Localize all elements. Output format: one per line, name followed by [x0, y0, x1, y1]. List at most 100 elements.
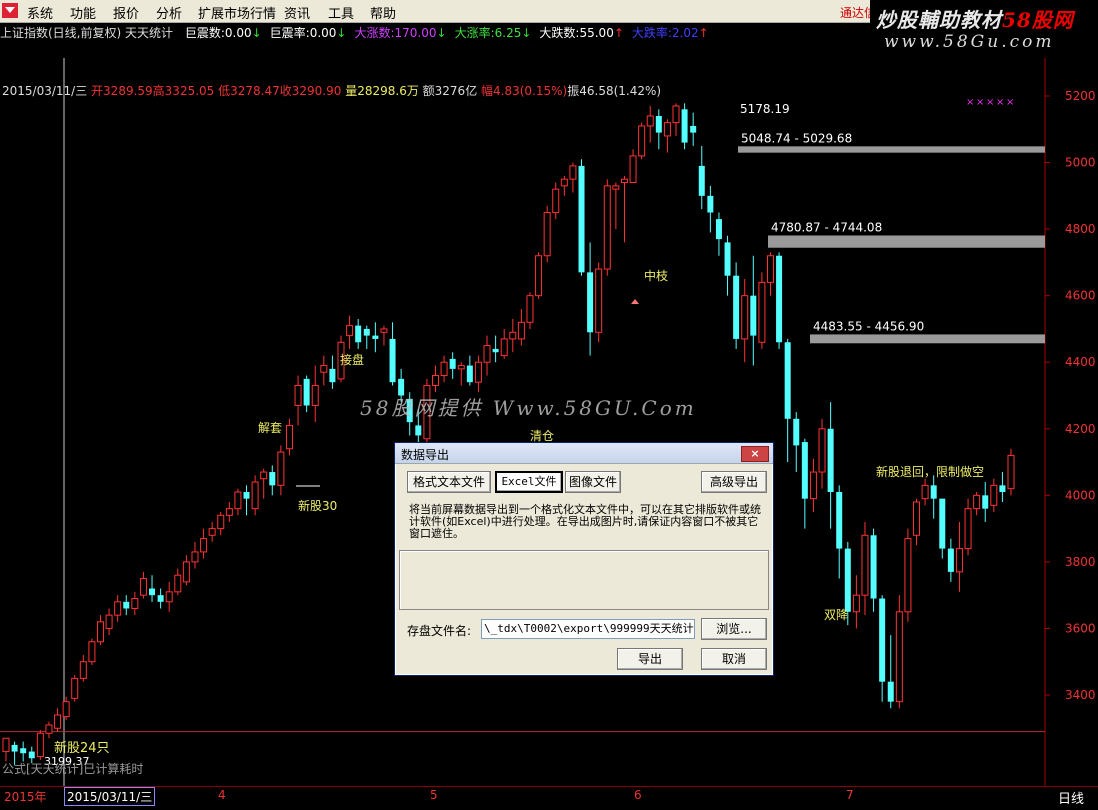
browse-button[interactable]: 浏览...	[701, 618, 767, 640]
menu-system[interactable]: 系统	[27, 3, 53, 22]
x-label-5: 5	[430, 788, 438, 802]
candle	[123, 595, 130, 616]
candle	[990, 478, 998, 512]
x-label-7: 7	[846, 788, 854, 802]
cursor-date-box: 2015/03/11/三	[64, 787, 156, 806]
candle	[79, 655, 87, 682]
candle	[603, 179, 611, 276]
menu-function[interactable]: 功能	[70, 3, 96, 22]
candle	[663, 119, 671, 153]
advanced-export-button[interactable]: 高级导出	[701, 471, 767, 493]
file-name-input[interactable]: \_tdx\T0002\export\999999天天统计.x	[481, 619, 695, 639]
ohlc-amplitude: 振46.58(1.42%)	[567, 84, 662, 98]
candle	[543, 205, 551, 263]
period-daily[interactable]: 日线	[1058, 788, 1084, 807]
annotation-new-stocks: 新股24只	[54, 741, 110, 756]
gap-band	[810, 334, 1045, 344]
candle	[277, 445, 285, 496]
chart-annotation: 双降	[824, 608, 848, 622]
menu-analysis[interactable]: 分析	[156, 3, 182, 22]
tab-excel-file[interactable]: Excel文件	[495, 471, 563, 493]
candle	[629, 149, 637, 184]
y-tick-label: 4200	[1065, 422, 1096, 436]
time-axis	[0, 786, 1098, 810]
export-dialog: 数据导出 × 格式文本文件 Excel文件 图像文件 高级导出 将当前屏幕数据导…	[394, 442, 774, 676]
candle	[440, 355, 448, 383]
arrow-down-icon: ↓	[521, 26, 532, 40]
candlestick-chart[interactable]: 5200 5000 4800 4600 4400 4200 4000 3800 3600 3400…	[0, 58, 1098, 786]
stat-item: 巨震数:0.00↓	[185, 26, 262, 40]
candle	[939, 498, 946, 559]
candle	[217, 511, 225, 536]
candle	[638, 122, 646, 160]
stat-value: 55.00	[579, 26, 614, 40]
candle	[887, 635, 894, 709]
candle	[852, 575, 860, 629]
candle	[827, 402, 834, 529]
stat-value: 170.00	[394, 26, 437, 40]
candle	[655, 109, 662, 150]
close-icon[interactable]: ×	[741, 446, 769, 462]
candle	[509, 318, 517, 353]
candle	[449, 352, 456, 379]
menu-quote[interactable]: 报价	[113, 3, 139, 22]
ohlc-readout: 2015/03/11/三 开3289.59高3325.05 低3278.47收3…	[2, 82, 661, 99]
candle	[105, 608, 113, 636]
watermark-center: 58股网提供 Www.58GU.Com	[360, 396, 697, 420]
candle	[294, 375, 302, 426]
chart-annotation: 中枝	[644, 268, 668, 283]
candle	[870, 528, 877, 612]
candle	[646, 105, 654, 143]
candle	[930, 475, 937, 519]
stat-value: 6.25	[494, 26, 522, 40]
candle	[320, 355, 328, 386]
x-label-6: 6	[634, 788, 642, 802]
candle	[285, 418, 293, 456]
candle	[457, 362, 465, 386]
candle	[45, 721, 53, 739]
dialog-titlebar[interactable]: 数据导出 ×	[395, 443, 773, 464]
stat-item: 巨震率:0.00↓	[270, 26, 347, 40]
index-name: 上证指数(日线,前复权) 天天统计	[0, 26, 173, 40]
menu-tools[interactable]: 工具	[328, 3, 354, 22]
candle	[982, 482, 989, 522]
candle	[157, 588, 164, 609]
candle	[758, 272, 766, 349]
watermark-brand: 58股网	[1002, 8, 1074, 32]
candle	[2, 737, 10, 762]
candle	[535, 252, 543, 299]
gap-band	[768, 235, 1045, 248]
arrow-up-icon: ↑	[698, 26, 709, 40]
candle	[355, 318, 362, 349]
tab-image-file[interactable]: 图像文件	[565, 471, 621, 493]
candle	[208, 521, 216, 542]
candle	[243, 485, 250, 516]
candle	[766, 252, 774, 296]
candle	[182, 555, 190, 586]
menu-help[interactable]: 帮助	[370, 3, 396, 22]
menu-extended-market[interactable]: 扩展市场行情	[198, 3, 276, 22]
cancel-button[interactable]: 取消	[701, 648, 767, 670]
stat-item: 大跌率:2.02↑	[632, 26, 709, 40]
candle	[431, 365, 439, 393]
candle	[809, 458, 817, 512]
candle	[500, 328, 508, 359]
menu-news[interactable]: 资讯	[284, 3, 310, 22]
candle	[750, 255, 757, 366]
indicator-statbar: 上证指数(日线,前复权) 天天统计 巨震数:0.00↓ 巨震率:0.00↓ 大涨数:…	[0, 24, 717, 42]
candle	[999, 472, 1006, 502]
stat-label: 大跌率:	[631, 26, 672, 40]
y-tick-label: 4400	[1065, 355, 1096, 369]
candle	[973, 492, 981, 516]
tab-text-file[interactable]: 格式文本文件	[407, 471, 491, 493]
candle	[560, 175, 568, 196]
candle	[964, 498, 972, 556]
app-logo-icon	[2, 3, 18, 18]
arrow-down-icon: ↓	[336, 26, 347, 40]
candle	[620, 175, 628, 243]
export-button[interactable]: 导出	[617, 648, 683, 670]
candle	[715, 212, 722, 256]
candle	[552, 182, 560, 220]
y-tick-label: 3400	[1065, 688, 1096, 702]
chart-annotation: 新股30	[298, 498, 337, 513]
